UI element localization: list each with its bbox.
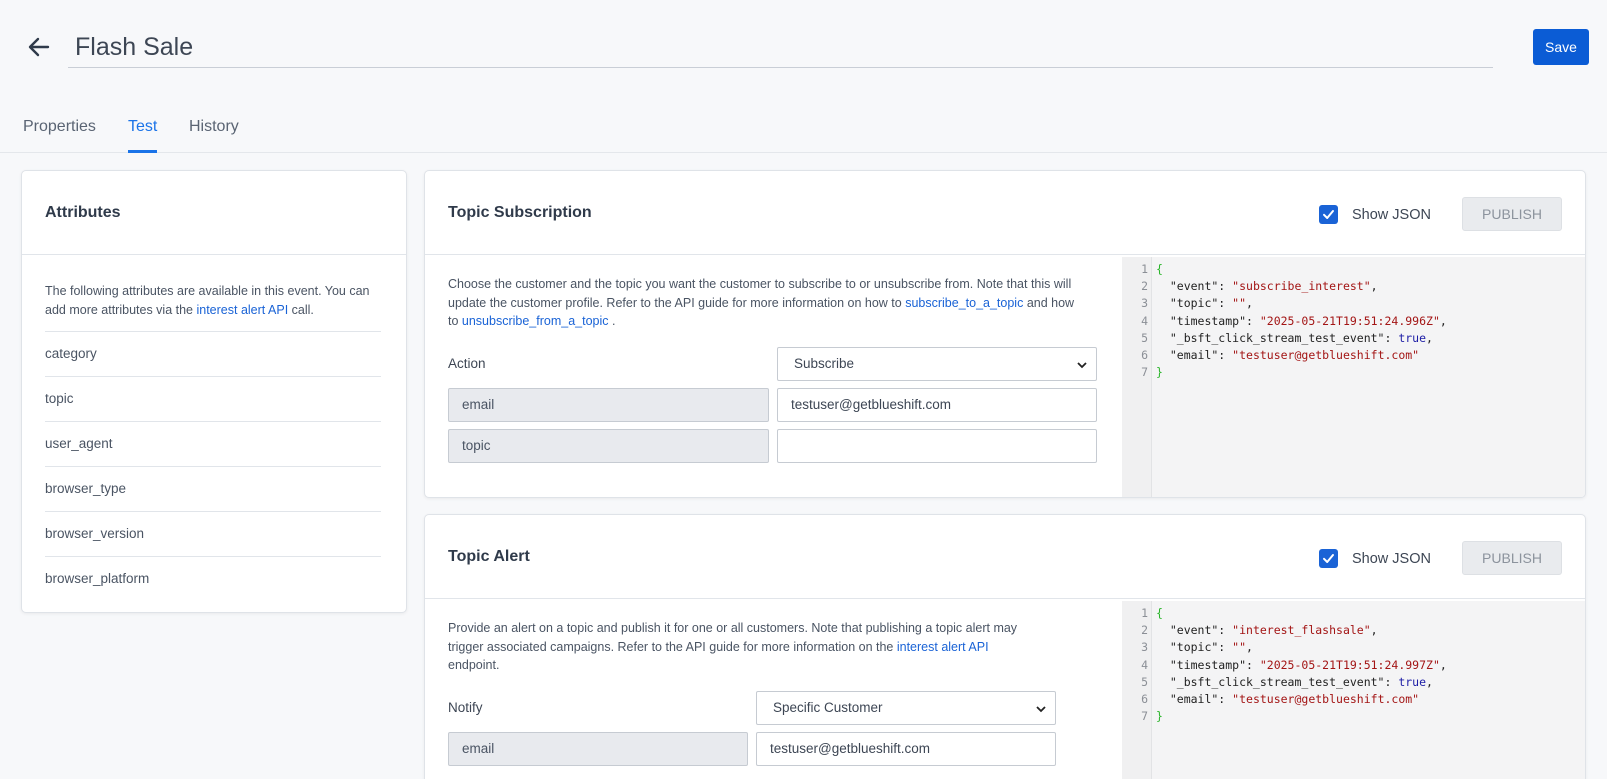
code-line: "timestamp": "2025-05-21T19:51:24.996Z", [1156, 313, 1447, 328]
line-number: 3 [1141, 296, 1148, 311]
line-number: 2 [1141, 279, 1148, 294]
publish-button[interactable]: PUBLISH [1462, 541, 1562, 575]
back-arrow-icon[interactable] [26, 34, 52, 60]
desc-text: endpoint. [448, 658, 500, 672]
checkbox-checked-icon[interactable] [1319, 205, 1338, 224]
chevron-down-icon [1077, 362, 1087, 369]
unsubscribe-from-a-topic-link[interactable]: unsubscribe_from_a_topic [462, 314, 609, 328]
code-line: "event": "subscribe_interest", [1156, 279, 1378, 294]
action-select[interactable]: Subscribe [777, 347, 1097, 381]
attribute-item: browser_platform [45, 556, 381, 601]
line-number: 1 [1141, 262, 1148, 276]
interest-alert-api-link[interactable]: interest alert API [196, 303, 288, 317]
line-number: 2 [1141, 623, 1148, 638]
publish-button[interactable]: PUBLISH [1462, 197, 1562, 231]
line-number: 1 [1141, 606, 1148, 620]
line-number: 6 [1141, 348, 1148, 362]
tab-test[interactable]: Test [128, 118, 158, 153]
tab-properties[interactable]: Properties [23, 118, 96, 153]
attribute-item: browser_type [45, 466, 381, 511]
email-key-field: email [448, 732, 748, 766]
notify-label: Notify [448, 700, 483, 715]
subscribe-to-a-topic-link[interactable]: subscribe_to_a_topic [905, 296, 1023, 310]
topic-subscription-description: Choose the customer and the topic you wa… [448, 275, 1083, 331]
interest-alert-api-link[interactable]: interest alert API [897, 640, 989, 654]
code-line: "email": "testuser@getblueshift.com" [1156, 692, 1420, 706]
campaign-title-input[interactable] [68, 28, 1493, 68]
attribute-item: topic [45, 376, 381, 421]
code-line: } [1156, 709, 1163, 724]
show-json-toggle[interactable]: Show JSON [1319, 205, 1431, 224]
code-line: "event": "interest_flashsale", [1156, 623, 1378, 638]
json-preview[interactable]: 1 {2 "event": "subscribe_interest", 3 "top… [1122, 257, 1585, 497]
attributes-desc-text-end: call. [288, 302, 314, 317]
code-line: "topic": "", [1156, 640, 1253, 655]
topic-alert-title: Topic Alert [448, 548, 530, 565]
notify-select[interactable]: Specific Customer [756, 691, 1056, 725]
code-line: "_bsft_click_stream_test_event": true, [1156, 674, 1433, 689]
action-select-value: Subscribe [794, 356, 855, 371]
email-value-input[interactable]: testuser@getblueshift.com [756, 732, 1056, 766]
code-line: "topic": "", [1156, 296, 1253, 311]
code-line: "timestamp": "2025-05-21T19:51:24.997Z", [1156, 657, 1447, 672]
attribute-item: category [45, 331, 381, 376]
line-number: 3 [1141, 640, 1148, 655]
notify-select-value: Specific Customer [773, 700, 883, 715]
code-line: "email": "testuser@getblueshift.com" [1156, 348, 1420, 362]
attribute-item: browser_version [45, 511, 381, 556]
email-value-input[interactable]: testuser@getblueshift.com [777, 388, 1097, 422]
desc-text: . [608, 314, 616, 328]
action-label: Action [448, 356, 486, 371]
line-number: 7 [1141, 365, 1148, 380]
attributes-card: Attributes The following attributes are … [21, 170, 407, 613]
topic-subscription-header: Topic Subscription Show JSON PUBLISH [425, 171, 1585, 255]
attributes-title: Attributes [45, 204, 121, 221]
code-line: } [1156, 365, 1163, 380]
attributes-header: Attributes [22, 171, 406, 255]
topic-subscription-card: Topic Subscription Show JSON PUBLISH Cho… [424, 170, 1586, 498]
topic-alert-header: Topic Alert Show JSON PUBLISH [425, 515, 1585, 599]
code-line: { [1156, 262, 1163, 276]
attributes-description: The following attributes are available i… [45, 282, 385, 319]
email-key-field: email [448, 388, 769, 422]
tab-bar: Properties Test History [0, 106, 1607, 153]
attribute-list: category topic user_agent browser_type b… [45, 331, 381, 601]
line-number: 4 [1141, 313, 1148, 328]
topic-alert-card: Topic Alert Show JSON PUBLISH Provide an… [424, 514, 1586, 779]
show-json-label[interactable]: Show JSON [1352, 551, 1431, 567]
show-json-label[interactable]: Show JSON [1352, 207, 1431, 223]
topic-alert-description: Provide an alert on a topic and publish … [448, 619, 1038, 675]
save-button[interactable]: Save [1533, 29, 1589, 65]
topic-key-field: topic [448, 429, 769, 463]
tab-history[interactable]: History [189, 118, 239, 153]
line-number: 6 [1141, 692, 1148, 706]
show-json-toggle[interactable]: Show JSON [1319, 549, 1431, 568]
line-number: 4 [1141, 657, 1148, 672]
chevron-down-icon [1036, 706, 1046, 713]
json-preview[interactable]: 1 {2 "event": "interest_flashsale", 3 "top… [1122, 601, 1585, 779]
line-number: 5 [1141, 674, 1148, 689]
code-line: "_bsft_click_stream_test_event": true, [1156, 330, 1433, 345]
topic-subscription-title: Topic Subscription [448, 204, 592, 221]
line-number: 7 [1141, 709, 1148, 724]
attribute-item: user_agent [45, 421, 381, 466]
code-line: { [1156, 606, 1163, 620]
topic-value-input[interactable] [777, 429, 1097, 463]
checkbox-checked-icon[interactable] [1319, 549, 1338, 568]
line-number: 5 [1141, 330, 1148, 345]
